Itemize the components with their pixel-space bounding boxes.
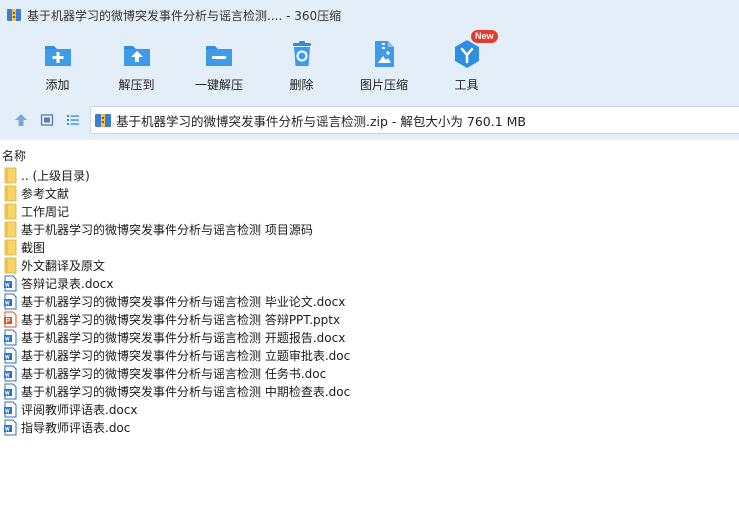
address-row: 基于机器学习的微博突发事件分析与谣言检测.zip - 解包大小为 760.1 M… [0, 100, 739, 140]
list-item[interactable]: .. (上级目录) [0, 166, 739, 184]
add-label: 添加 [45, 78, 70, 92]
word-document-icon [4, 293, 17, 309]
add-button[interactable]: 添加 [18, 30, 97, 96]
list-item[interactable]: 基于机器学习的微博突发事件分析与谣言检测 立题审批表.doc [0, 346, 739, 364]
list-item-name: 参考文献 [21, 186, 70, 201]
window-title: 基于机器学习的微博突发事件分析与谣言检测.... - 360压缩 [27, 8, 342, 23]
list-item-name: 外文翻译及原文 [21, 258, 106, 273]
list-item[interactable]: 基于机器学习的微博突发事件分析与谣言检测 毕业论文.docx [0, 292, 739, 310]
folder-icon [4, 167, 17, 183]
list-item[interactable]: 基于机器学习的微博突发事件分析与谣言检测 任务书.doc [0, 364, 739, 382]
list-item-name: 答辩记录表.docx [21, 276, 114, 291]
thumbnail-view-icon [40, 114, 54, 126]
delete-label: 删除 [289, 78, 314, 92]
list-item-name: 基于机器学习的微博突发事件分析与谣言检测 开题报告.docx [21, 330, 346, 345]
list-item[interactable]: 基于机器学习的微博突发事件分析与谣言检测 开题报告.docx [0, 328, 739, 346]
folder-icon [4, 203, 17, 219]
column-header-name[interactable]: 名称 [0, 145, 739, 165]
zip-archive-icon [95, 114, 111, 127]
word-document-icon [4, 401, 17, 417]
extract-to-button[interactable]: 解压到 [97, 30, 176, 96]
extract-to-label: 解压到 [118, 78, 155, 92]
list-item-name: 工作周记 [21, 204, 70, 219]
list-view-button[interactable] [60, 107, 86, 133]
list-item-name: 基于机器学习的微博突发事件分析与谣言检测 毕业论文.docx [21, 294, 346, 309]
up-level-button[interactable] [8, 107, 34, 133]
new-badge: New [471, 30, 498, 43]
list-item-name: 截图 [21, 240, 46, 255]
list-item[interactable]: 基于机器学习的微博突发事件分析与谣言检测 答辩PPT.pptx [0, 310, 739, 328]
list-item-name: 基于机器学习的微博突发事件分析与谣言检测 答辩PPT.pptx [21, 312, 341, 327]
extract-to-icon [123, 46, 150, 66]
thumbnail-view-button[interactable] [34, 107, 60, 133]
list-item-name: .. (上级目录) [21, 168, 90, 183]
column-header-label: 名称 [2, 148, 27, 163]
folder-icon [4, 239, 17, 255]
word-document-icon [4, 347, 17, 363]
folder-icon [4, 185, 17, 201]
list-item[interactable]: 评阅教师评语表.docx [0, 400, 739, 418]
list-item[interactable]: 工作周记 [0, 202, 739, 220]
archive-path: 基于机器学习的微博突发事件分析与谣言检测.zip - 解包大小为 760.1 M… [116, 113, 526, 129]
one-click-extract-icon [206, 46, 232, 66]
word-document-icon [4, 419, 17, 435]
list-item[interactable]: 外文翻译及原文 [0, 256, 739, 274]
list-item-name: 基于机器学习的微博突发事件分析与谣言检测 任务书.doc [21, 366, 327, 381]
list-item[interactable]: 截图 [0, 238, 739, 256]
word-document-icon [4, 383, 17, 399]
delete-button[interactable]: 删除 [262, 30, 341, 96]
image-compress-icon [375, 41, 394, 67]
image-compress-label: 图片压缩 [359, 78, 408, 92]
list-item-name: 基于机器学习的微博突发事件分析与谣言检测 中期检查表.doc [21, 384, 351, 399]
delete-icon [292, 41, 311, 66]
powerpoint-document-icon [4, 311, 17, 327]
list-view-icon [67, 115, 79, 125]
list-item-name: 基于机器学习的微博突发事件分析与谣言检测 立题审批表.doc [21, 348, 351, 363]
file-list: .. (上级目录) 参考文献 工作周记 基于机器学习的微博突发事件分析与谣言检测… [0, 166, 739, 436]
toolbar: 添加 解压到 一键解压 删除 图片压缩 New 工具 [0, 30, 739, 100]
word-document-icon [4, 275, 17, 291]
address-bar[interactable]: 基于机器学习的微博突发事件分析与谣言检测.zip - 解包大小为 760.1 M… [90, 106, 739, 134]
list-item[interactable]: 指导教师评语表.doc [0, 418, 739, 436]
tools-label: 工具 [454, 78, 479, 92]
list-item[interactable]: 参考文献 [0, 184, 739, 202]
list-item[interactable]: 答辩记录表.docx [0, 274, 739, 292]
add-icon [44, 46, 71, 66]
list-item[interactable]: 基于机器学习的微博突发事件分析与谣言检测 项目源码 [0, 220, 739, 238]
list-item-name: 指导教师评语表.doc [21, 420, 131, 435]
title-bar: 基于机器学习的微博突发事件分析与谣言检测.... - 360压缩 [0, 0, 739, 30]
list-item-name: 评阅教师评语表.docx [21, 402, 138, 417]
360zip-app-icon [7, 9, 21, 21]
word-document-icon [4, 365, 17, 381]
arrow-up-icon [15, 114, 27, 126]
one-click-extract-label: 一键解压 [194, 78, 243, 92]
image-compress-button[interactable]: 图片压缩 [341, 30, 427, 96]
tools-button[interactable]: New 工具 [427, 30, 506, 96]
word-document-icon [4, 329, 17, 345]
folder-icon [4, 257, 17, 273]
one-click-extract-button[interactable]: 一键解压 [176, 30, 262, 96]
folder-icon [4, 221, 17, 237]
list-item-name: 基于机器学习的微博突发事件分析与谣言检测 项目源码 [21, 222, 313, 237]
list-item[interactable]: 基于机器学习的微博突发事件分析与谣言检测 中期检查表.doc [0, 382, 739, 400]
